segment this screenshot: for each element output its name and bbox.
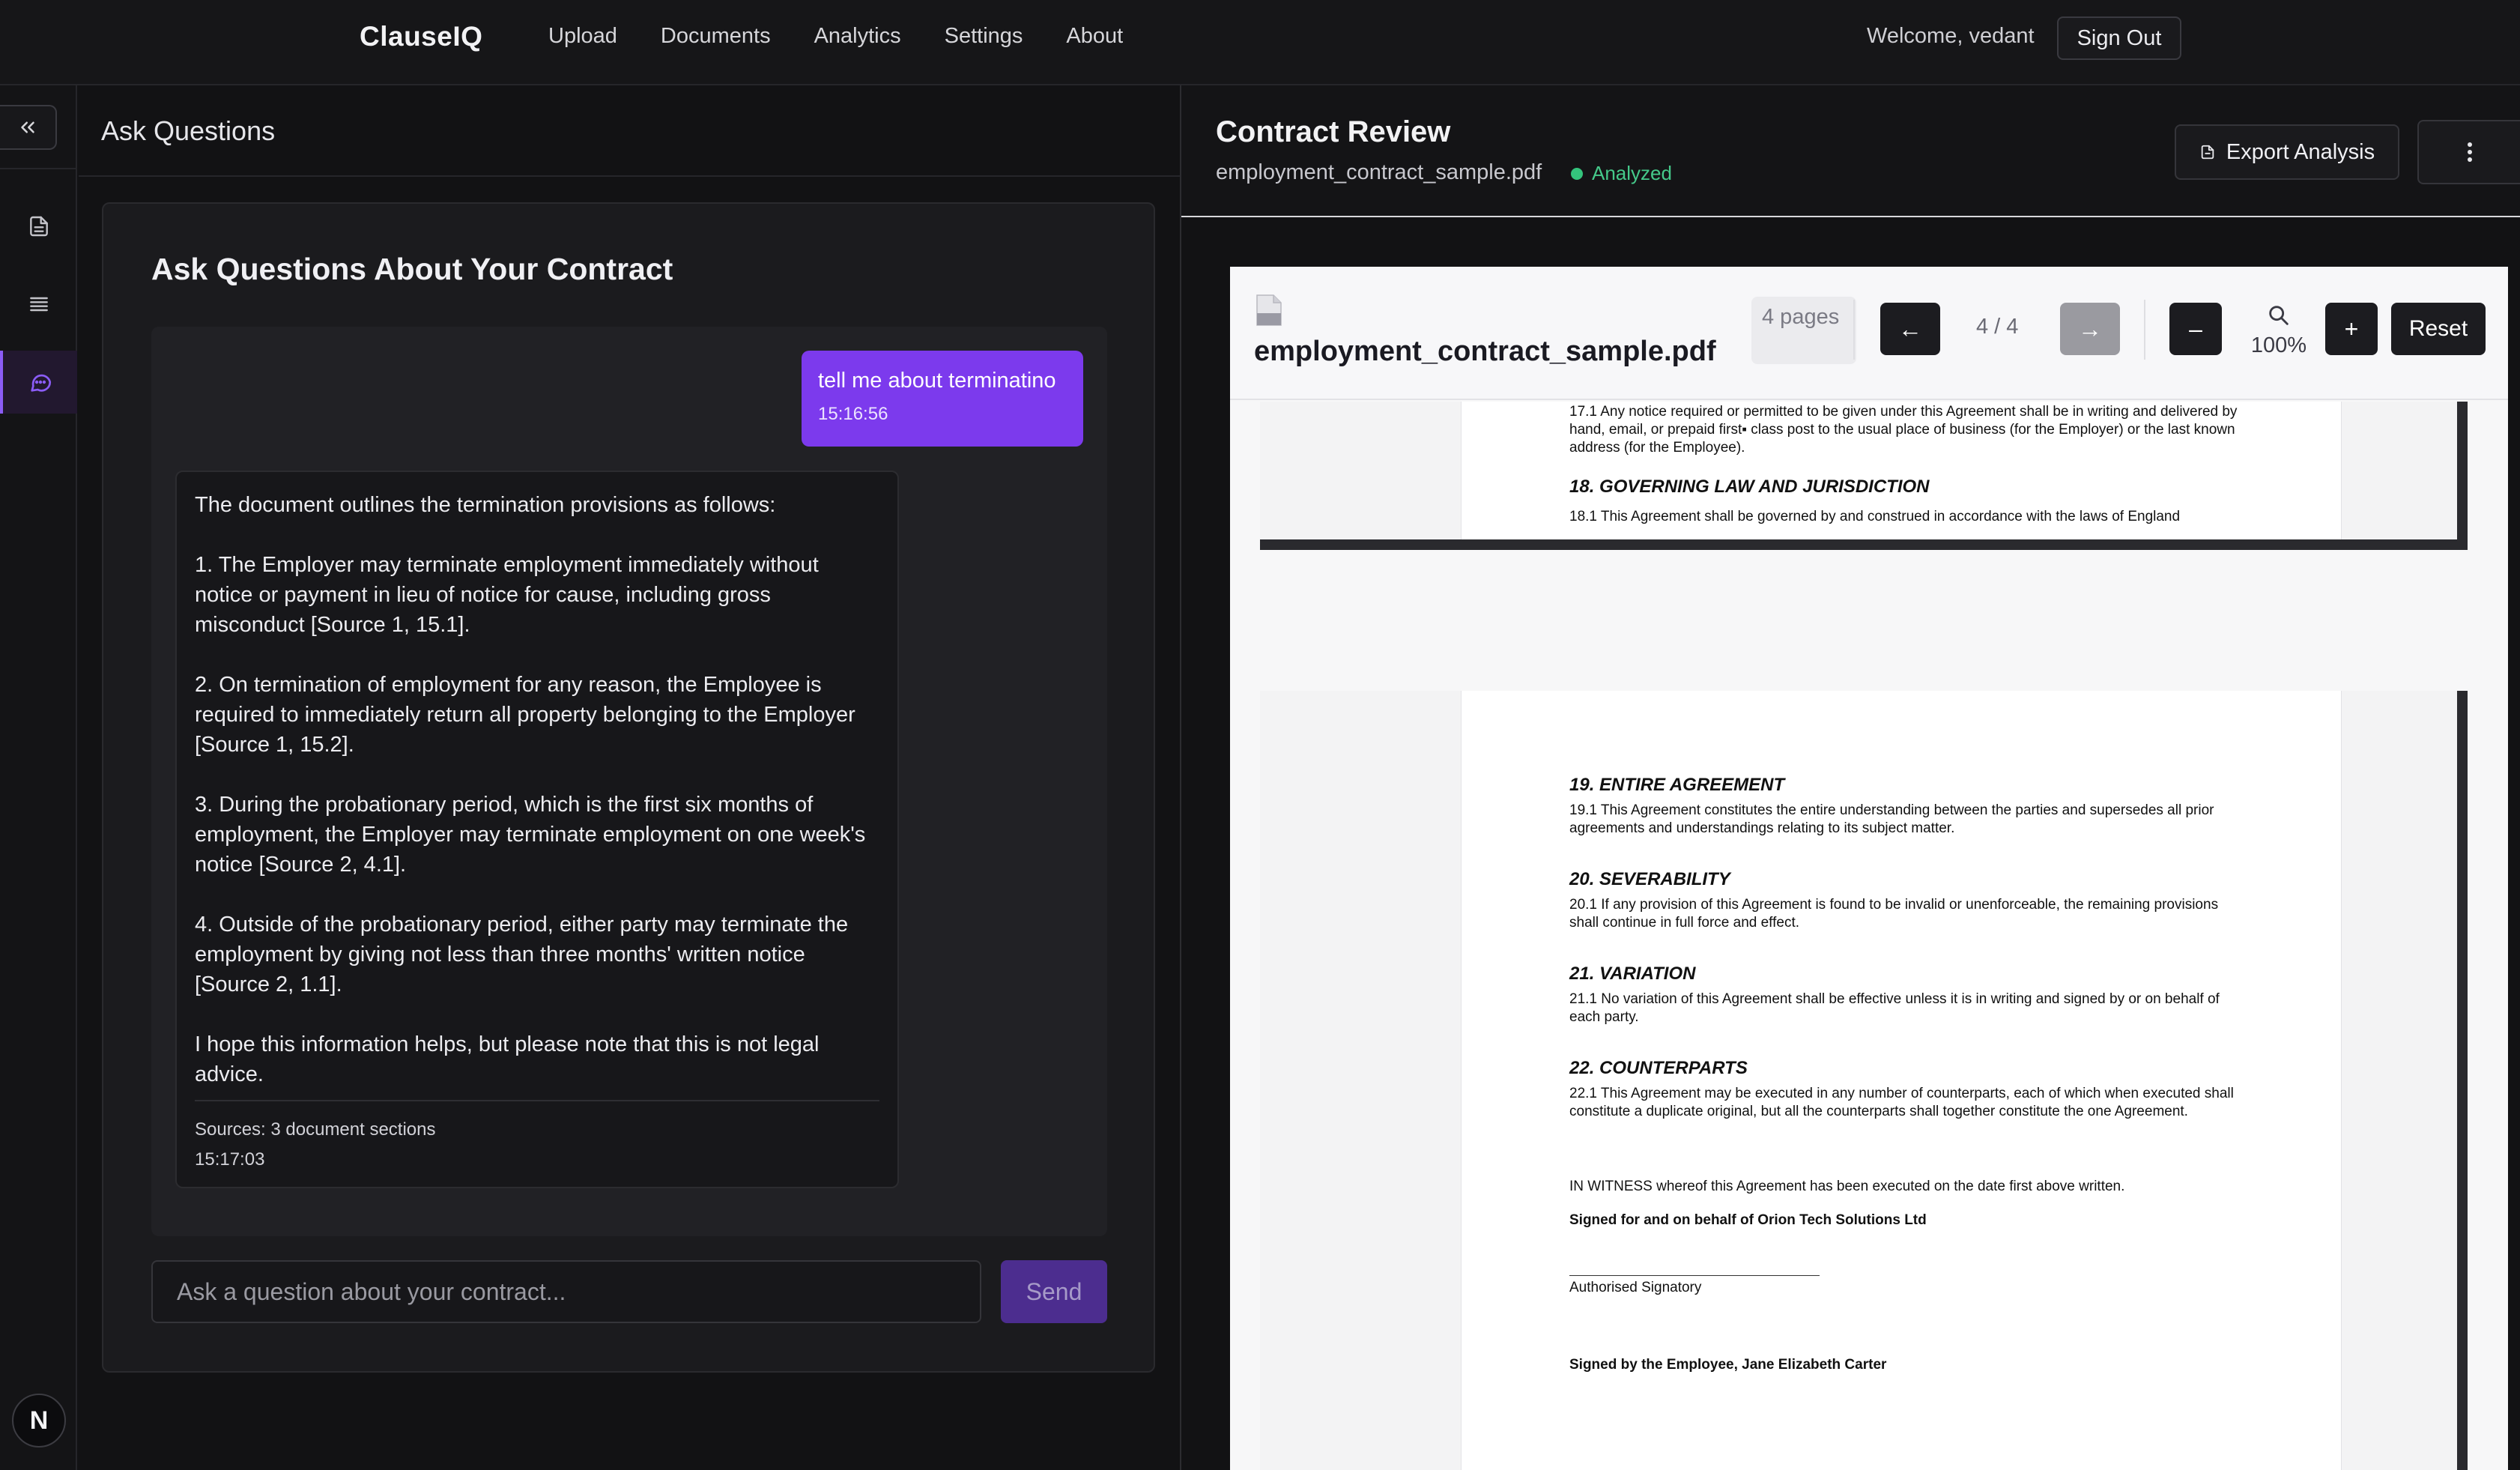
chat-icon <box>30 374 51 392</box>
more-vertical-icon <box>2467 142 2472 162</box>
top-nav: ClauseIQ Upload Documents Analytics Sett… <box>0 0 2520 85</box>
collapse-sidebar-button[interactable] <box>0 105 57 150</box>
export-analysis-label: Export Analysis <box>2226 139 2375 164</box>
pdf-toolbar: employment_contract_sample.pdf 4 pages ←… <box>1230 267 2508 400</box>
page-shadow <box>2457 691 2468 1470</box>
pdf-page-3: 17.1 Any notice required or permitted to… <box>1260 402 2468 550</box>
ask-card-title: Ask Questions About Your Contract <box>151 252 673 286</box>
ask-panel-title: Ask Questions <box>101 115 276 146</box>
nav-link-analytics[interactable]: Analytics <box>814 24 901 49</box>
assistant-message-time: 15:17:03 <box>195 1149 265 1170</box>
chat-history[interactable]: tell me about terminatino 15:16:56 The d… <box>151 327 1107 1236</box>
next-page-button[interactable]: → <box>2060 303 2120 355</box>
clause-19-1: 19.1 This Agreement constitutes the enti… <box>1569 802 2214 836</box>
toolbar-separator <box>1853 300 1855 360</box>
document-icon <box>29 216 48 237</box>
collapse-icon <box>21 121 34 133</box>
status-badge: Analyzed <box>1571 162 1672 185</box>
page-shadow <box>2457 402 2468 550</box>
zoom-level: 100% <box>2250 333 2307 357</box>
status-label: Analyzed <box>1592 162 1672 184</box>
page-4-text: 19. ENTIRE AGREEMENT 19.1 This Agreement… <box>1569 775 2244 1373</box>
sidebar-item-documents[interactable] <box>0 195 77 258</box>
page-sheet: 17.1 Any notice required or permitted to… <box>1461 402 2342 539</box>
authorised-signatory: Authorised Signatory <box>1569 1280 1702 1295</box>
assistant-message-bubble: The document outlines the termination pr… <box>175 471 899 1188</box>
sidebar-item-list[interactable] <box>0 273 77 336</box>
nav-links: Upload Documents Analytics Settings Abou… <box>548 24 1123 49</box>
ask-card: Ask Questions About Your Contract tell m… <box>102 202 1155 1373</box>
clause-22-1: 22.1 This Agreement may be executed in a… <box>1569 1086 2234 1119</box>
sources-count: Sources: 3 document sections <box>195 1119 436 1140</box>
clause-18-1: 18.1 This Agreement shall be governed by… <box>1569 509 2181 524</box>
page-indicator: 4 / 4 <box>1976 315 2019 339</box>
prev-page-button[interactable]: ← <box>1880 303 1940 355</box>
contract-review-header: Contract Review employment_contract_samp… <box>1181 85 2520 217</box>
zoom-indicator: 100% <box>2244 303 2313 358</box>
signature-line <box>1569 1275 1820 1276</box>
toolbar-separator <box>2144 300 2145 360</box>
pdf-viewer-frame: employment_contract_sample.pdf 4 pages ←… <box>1181 219 2520 1470</box>
question-input[interactable] <box>151 1260 981 1323</box>
pdf-filename: employment_contract_sample.pdf <box>1254 336 1716 367</box>
page-3-text: 17.1 Any notice required or permitted to… <box>1569 403 2244 526</box>
user-avatar[interactable]: N <box>12 1394 66 1448</box>
witness-clause: IN WITNESS whereof this Agreement has be… <box>1569 1179 2125 1194</box>
assistant-message-footer: Sources: 3 document sections 15:17:03 <box>195 1100 879 1175</box>
nav-link-upload[interactable]: Upload <box>548 24 617 49</box>
nav-link-about[interactable]: About <box>1066 24 1123 49</box>
user-message-text: tell me about terminatino <box>818 369 1056 393</box>
clause-17-1: 17.1 Any notice required or permitted to… <box>1569 404 2238 456</box>
heading-18: 18. GOVERNING LAW AND JURISDICTION <box>1569 477 1930 497</box>
more-options-button[interactable] <box>2417 120 2520 184</box>
pdf-page-4: 19. ENTIRE AGREEMENT 19.1 This Agreement… <box>1260 691 2468 1470</box>
sidebar-rail: N <box>0 85 77 1470</box>
page-shadow <box>1260 539 2468 550</box>
sidebar-item-chat[interactable] <box>0 351 77 414</box>
sign-out-button[interactable]: Sign Out <box>2057 16 2181 60</box>
user-message-time: 15:16:56 <box>818 404 888 424</box>
send-button[interactable]: Send <box>1001 1260 1107 1323</box>
pdf-file-icon <box>1254 294 1284 330</box>
pdf-viewer: employment_contract_sample.pdf 4 pages ←… <box>1230 267 2508 1470</box>
heading-20: 20. SEVERABILITY <box>1569 869 1730 889</box>
heading-21: 21. VARIATION <box>1569 964 1696 984</box>
status-dot-icon <box>1571 167 1583 180</box>
assistant-message-text: The document outlines the termination pr… <box>195 493 866 1086</box>
clause-21-1: 21.1 No variation of this Agreement shal… <box>1569 991 2220 1025</box>
reset-zoom-button[interactable]: Reset <box>2391 303 2486 355</box>
heading-19: 19. ENTIRE AGREEMENT <box>1569 775 1785 795</box>
nav-link-documents[interactable]: Documents <box>661 24 771 49</box>
sidebar-divider <box>0 168 77 169</box>
list-icon <box>29 297 48 312</box>
magnifier-icon <box>2269 306 2289 325</box>
file-icon <box>2201 145 2214 160</box>
contract-review-title: Contract Review <box>1216 115 1451 148</box>
page-count-badge: 4 pages <box>1751 297 1856 364</box>
zoom-in-button[interactable]: + <box>2325 303 2378 355</box>
signed-employer: Signed for and on behalf of Orion Tech S… <box>1569 1212 1927 1228</box>
user-message-bubble: tell me about terminatino 15:16:56 <box>802 351 1083 447</box>
ask-panel-header: Ask Questions <box>79 85 1180 177</box>
heading-22: 22. COUNTERPARTS <box>1569 1058 1748 1078</box>
nav-link-settings[interactable]: Settings <box>945 24 1023 49</box>
export-analysis-button[interactable]: Export Analysis <box>2175 124 2399 180</box>
clause-20-1: 20.1 If any provision of this Agreement … <box>1569 897 2219 931</box>
pdf-pages-scroll[interactable]: 17.1 Any notice required or permitted to… <box>1230 402 2508 1470</box>
zoom-out-button[interactable]: – <box>2169 303 2222 355</box>
signed-employee: Signed by the Employee, Jane Elizabeth C… <box>1569 1357 1887 1373</box>
page-sheet: 19. ENTIRE AGREEMENT 19.1 This Agreement… <box>1461 691 2342 1470</box>
brand-logo[interactable]: ClauseIQ <box>360 21 482 52</box>
welcome-text: Welcome, vedant <box>1867 24 2035 48</box>
contract-filename: employment_contract_sample.pdf <box>1216 160 1542 184</box>
